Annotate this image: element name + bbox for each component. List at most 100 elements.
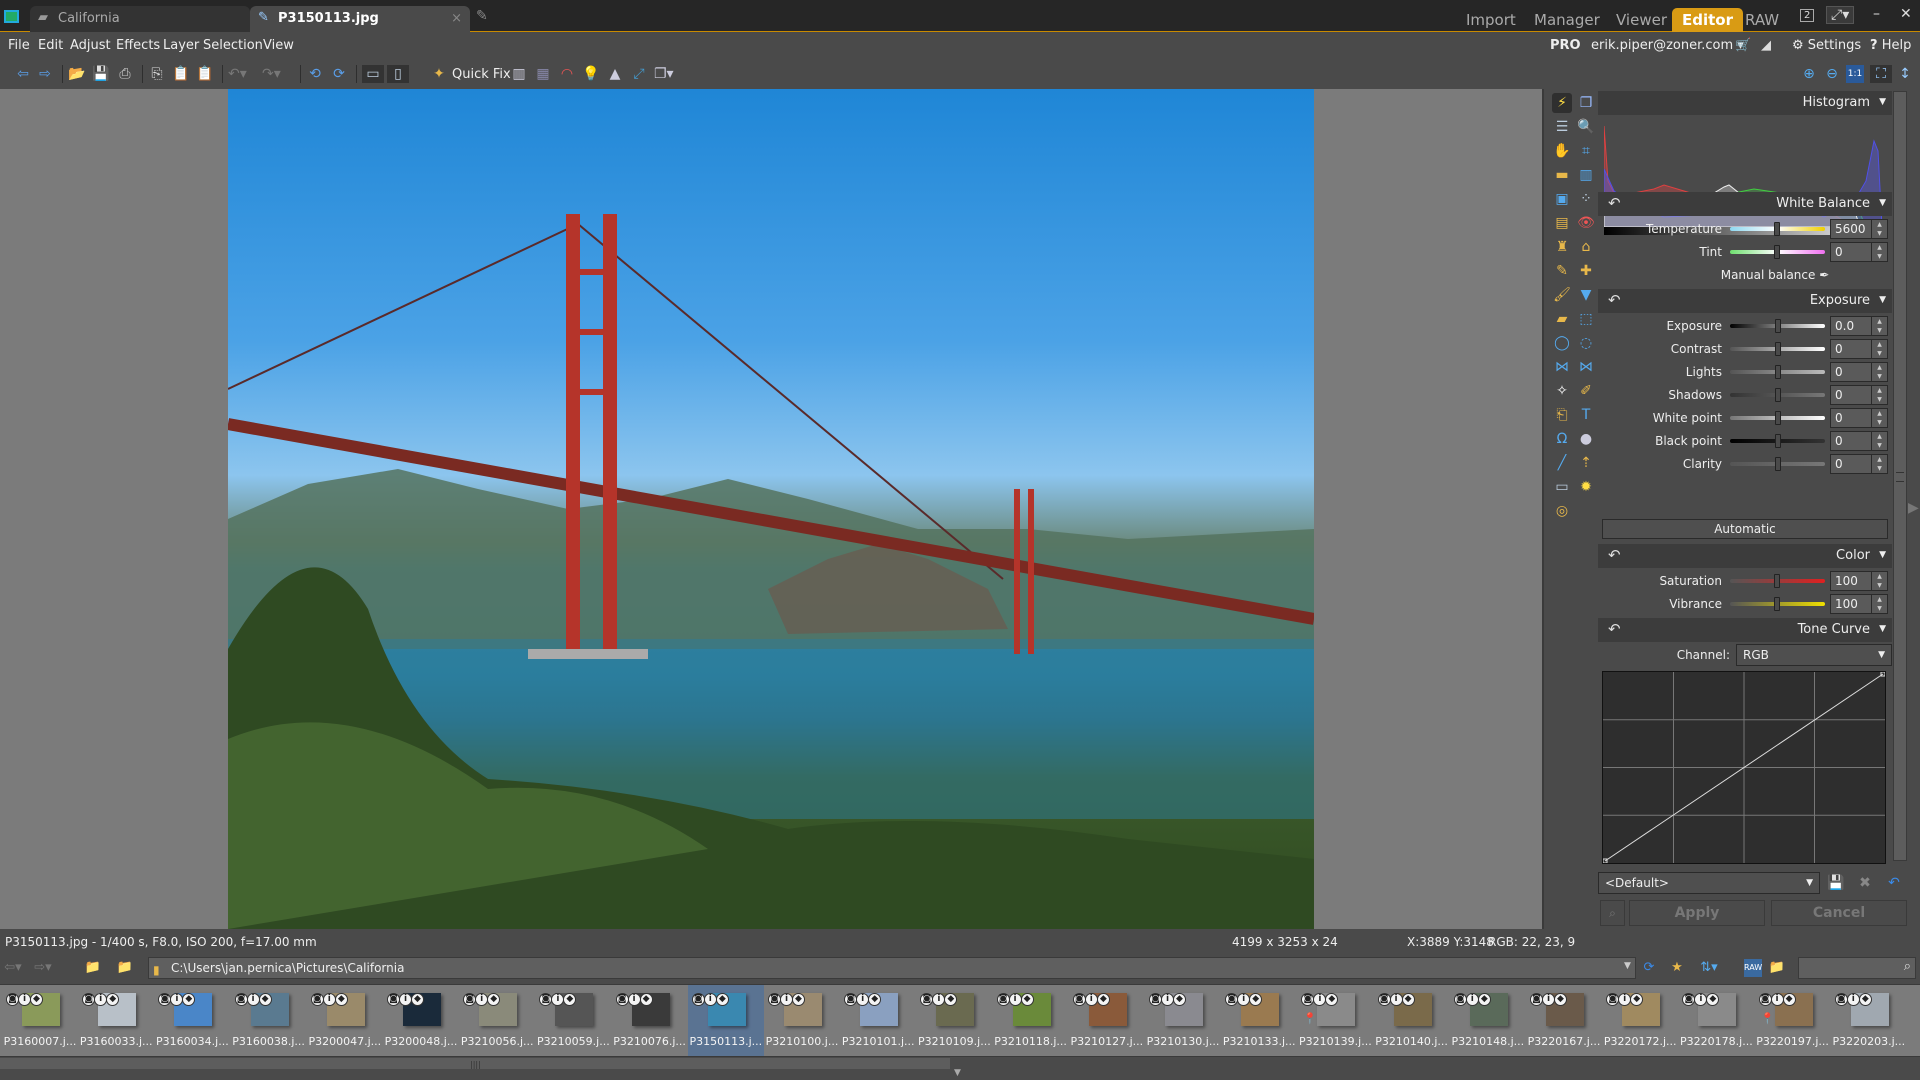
clarity-slider[interactable] [1730, 457, 1825, 471]
filmstrip-thumbnail[interactable]: ◙ i ◆ P3210148.j... [1450, 985, 1526, 1056]
reset-tone-curve-icon[interactable]: ↶ [1608, 620, 1621, 638]
healing-brush-tool-icon[interactable]: ✚ [1576, 261, 1596, 281]
gradient-filter-tool-icon[interactable]: ▤ [1552, 213, 1572, 233]
filmstrip-thumbnail[interactable]: ◙ i ◆ P3200047.j... [307, 985, 383, 1056]
filmstrip-thumbnail[interactable]: ◙ i ◆ P3210101.j... [840, 985, 916, 1056]
sort-icon[interactable]: ⇅▾ [1700, 959, 1718, 977]
channel-select[interactable]: RGB ▼ [1736, 644, 1892, 666]
contrast-slider[interactable] [1730, 342, 1825, 356]
slider-thumb[interactable] [1774, 434, 1781, 448]
eraser-tool-icon[interactable]: ▰ [1552, 309, 1572, 329]
filmstrip-thumbnail[interactable]: ◙ i ◆ P3210133.j... [1221, 985, 1297, 1056]
save-preset-icon[interactable]: 💾 [1826, 873, 1846, 893]
copy-icon[interactable]: ⎘ [148, 65, 166, 83]
light-icon[interactable]: 💡 [582, 65, 600, 83]
filmstrip-thumbnail[interactable]: ◙ i ◆ P3220172.j... [1602, 985, 1678, 1056]
zoom-in-icon[interactable]: ⊕ [1800, 65, 1818, 83]
symbol-tool-icon[interactable]: Ω [1552, 429, 1572, 449]
back-icon[interactable]: ⇦ [14, 65, 32, 83]
spinner-icon[interactable]: ▲ ▼ [1871, 220, 1887, 238]
tone-curve-editor[interactable] [1602, 671, 1886, 864]
save-icon[interactable]: 💾 [92, 65, 110, 83]
hand-tool-icon[interactable]: ✋ [1552, 141, 1572, 161]
sharpen-icon[interactable]: ▲ [606, 65, 624, 83]
layout-single-icon[interactable]: ▭ [362, 65, 384, 83]
zoom-tool-icon[interactable]: 🔍 [1576, 117, 1596, 137]
filmstrip-thumbnail[interactable]: ◙ i ◆ P3160038.j... [231, 985, 307, 1056]
menu-effects[interactable]: Effects [116, 38, 160, 53]
spinner-icon[interactable]: ▲ ▼ [1871, 243, 1887, 261]
layout-panel-icon[interactable]: ▯ [387, 65, 409, 83]
reset-color-icon[interactable]: ↶ [1608, 546, 1621, 564]
saturation-slider[interactable] [1730, 574, 1825, 588]
ellipse-select-tool-icon[interactable]: ◯ [1552, 333, 1572, 353]
light-effect-tool-icon[interactable]: ✹ [1576, 477, 1596, 497]
filmstrip-thumbnail[interactable]: ◙ i ◆ P3160034.j... [154, 985, 230, 1056]
spinner-icon[interactable]: ▲ ▼ [1871, 317, 1887, 335]
menu-layer[interactable]: Layer [163, 38, 199, 53]
shadows-input[interactable]: 0 ▲ ▼ [1830, 385, 1888, 405]
filmstrip[interactable]: ◙ i ◆ P3160007.j... ◙ i ◆ P3160033.j... ◙ i ◆ P3160… [0, 984, 1920, 1056]
temperature-slider[interactable] [1730, 222, 1825, 236]
photo-golden-gate-bridge[interactable] [228, 89, 1314, 929]
zoom-out-icon[interactable]: ⊖ [1823, 65, 1841, 83]
spinner-icon[interactable]: ▲ ▼ [1871, 432, 1887, 450]
settings-button[interactable]: ⚙ Settings [1792, 38, 1861, 53]
black-point-slider[interactable] [1730, 434, 1825, 448]
paste-new-icon[interactable]: 📋 [196, 65, 214, 83]
magnetic-lasso-tool-icon[interactable]: ⋈ [1576, 357, 1596, 377]
filmstrip-thumbnail[interactable]: ◙ i ◆ P3210056.j... [459, 985, 535, 1056]
levels-icon[interactable]: ▥ [510, 65, 528, 83]
spinner-icon[interactable]: ▲ ▼ [1871, 409, 1887, 427]
magic-wand-tool-icon[interactable]: ✧ [1552, 381, 1572, 401]
filmstrip-thumbnail[interactable]: ◙ i ◆ P3210076.j... [612, 985, 688, 1056]
shape-tool-icon[interactable]: ● [1576, 429, 1596, 449]
menu-adjust[interactable]: Adjust [70, 38, 111, 53]
forward-icon[interactable]: ⇨▾ [34, 959, 52, 977]
filmstrip-thumbnail[interactable]: ◙ i ◆ P3210118.j... [993, 985, 1069, 1056]
black-point-input[interactable]: 0 ▲ ▼ [1830, 431, 1888, 451]
new-folder-icon[interactable]: 📁 [116, 959, 134, 977]
rotate-right-icon[interactable]: ⟳ [330, 65, 348, 83]
slider-thumb[interactable] [1774, 342, 1781, 356]
iron-tool-icon[interactable]: ⌂ [1576, 237, 1596, 257]
apply-button[interactable]: Apply [1629, 900, 1765, 926]
color-header[interactable]: ↶ Color ▼ [1598, 544, 1892, 568]
spinner-icon[interactable]: ▲ ▼ [1871, 386, 1887, 404]
spinner-icon[interactable]: ▲ ▼ [1871, 572, 1887, 590]
preset-select[interactable]: <Default> ▼ [1598, 872, 1820, 894]
filmstrip-thumbnail[interactable]: ◙ i ◆ P3210127.j... [1069, 985, 1145, 1056]
temperature-input[interactable]: 5600 ▲ ▼ [1830, 219, 1888, 239]
filmstrip-thumbnail[interactable]: ◙ i ◆ P3210130.j... [1145, 985, 1221, 1056]
slider-thumb[interactable] [1774, 411, 1781, 425]
slider-thumb[interactable] [1774, 319, 1781, 333]
refresh-icon[interactable]: ⟳ [1640, 959, 1658, 977]
slider-thumb[interactable] [1774, 388, 1781, 402]
vibrance-slider[interactable] [1730, 597, 1825, 611]
quick-fix-icon[interactable]: ✦ [430, 65, 448, 83]
manual-balance-button[interactable]: Manual balance ✒ [1598, 268, 1892, 282]
raw-jpg-icon[interactable]: RAW [1744, 959, 1762, 977]
rss-icon[interactable]: ◢ [1761, 38, 1771, 53]
exposure-slider[interactable] [1730, 319, 1825, 333]
cancel-button[interactable]: Cancel [1771, 900, 1907, 926]
mode-manager[interactable]: Manager [1534, 8, 1600, 32]
filmstrip-thumbnail[interactable]: ◙ i ◆ P3160007.j... [2, 985, 78, 1056]
preview-toggle-icon[interactable]: ⌕ [1600, 900, 1625, 926]
close-button[interactable]: ✕ [1900, 6, 1912, 22]
panel-scrollbar[interactable] [1893, 91, 1907, 861]
saturation-input[interactable]: 100 ▲ ▼ [1830, 571, 1888, 591]
filter-search-input[interactable]: ⌕ [1798, 957, 1916, 979]
mode-viewer[interactable]: Viewer [1616, 8, 1667, 32]
open-icon[interactable]: 📂 [68, 65, 86, 83]
rect-select-tool-icon[interactable]: ⬚ [1576, 309, 1596, 329]
account-menu[interactable]: erik.piper@zoner.com ▾ [1591, 38, 1744, 53]
straighten-tool-icon[interactable]: ▬ [1552, 165, 1572, 185]
filmstrip-thumbnail[interactable]: ◙ i ◆ P3210109.j... [916, 985, 992, 1056]
automatic-button[interactable]: Automatic [1602, 519, 1888, 539]
mode-import[interactable]: Import [1466, 8, 1516, 32]
filmstrip-thumbnail[interactable]: ◙ i ◆ P3210140.j... [1374, 985, 1450, 1056]
filmstrip-thumbnail[interactable]: ◙ i ◆ P3210100.j... [764, 985, 840, 1056]
spinner-icon[interactable]: ▲ ▼ [1871, 340, 1887, 358]
lights-slider[interactable] [1730, 365, 1825, 379]
